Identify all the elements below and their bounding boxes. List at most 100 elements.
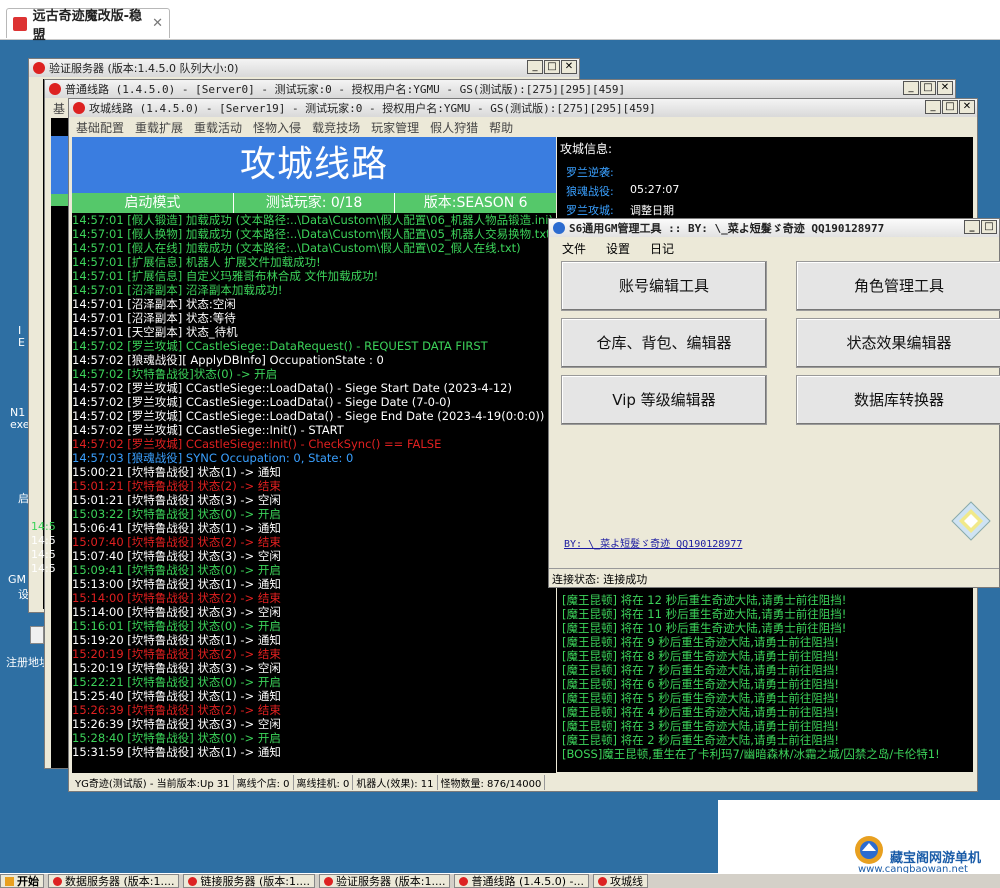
- browser-tab[interactable]: 远古奇迹魔改版-稳盟 ✕: [6, 8, 170, 43]
- status-start-mode: 启动模式: [124, 195, 181, 211]
- siege-window-title: 攻城线路 (1.4.5.0) - [Server19] - 测试玩家:0 - 授…: [89, 102, 656, 115]
- menu-player-manage[interactable]: 玩家管理: [371, 119, 419, 136]
- siege-banner-title: 攻城线路: [72, 137, 556, 193]
- boss-log-line: [魔王昆顿] 将在 11 秒后重生奇迹大陆,请勇士前往阻挡!: [562, 607, 847, 621]
- app-icon: [597, 876, 607, 886]
- close-button[interactable]: ✕: [561, 60, 577, 74]
- taskbar: 开始 数据服务器 (版本:1.... 链接服务器 (版本:1.... 验证服务器…: [0, 873, 1000, 888]
- boss-log-line: [魔王昆顿] 将在 9 秒后重生奇迹大陆,请勇士前往阻挡!: [562, 635, 840, 649]
- bottom-offline-afk: 离线挂机: 0: [294, 775, 354, 790]
- gm-menu-settings[interactable]: 设置: [606, 240, 630, 257]
- log-line: 14:57:02 [罗兰攻城] CCastleSiege::Init() - S…: [72, 423, 344, 437]
- normal-window-titlebar[interactable]: 普通线路 (1.4.5.0) - [Server0] - 测试玩家:0 - 授权…: [45, 80, 955, 98]
- bottom-version: YG奇迹(测试版) - 当前版本:Up 31: [72, 775, 234, 790]
- character-manager-button[interactable]: 角色管理工具: [796, 261, 1000, 311]
- log-line: 14:57:01 [沼泽副本] 状态:等待: [72, 311, 236, 325]
- bottom-offline-shop: 离线个店: 0: [234, 775, 294, 790]
- log-line: 14:57:02 [罗兰攻城] CCastleSiege::Init() - C…: [72, 437, 442, 451]
- gm-menubar: 文件 设置 日记: [562, 240, 674, 257]
- boss-log-line: [魔王昆顿] 将在 8 秒后重生奇迹大陆,请勇士前往阻挡!: [562, 649, 840, 663]
- minimize-button[interactable]: _: [964, 220, 980, 234]
- boss-log-line: [魔王昆顿] 将在 2 秒后重生奇迹大陆,请勇士前往阻挡!: [562, 733, 840, 747]
- desktop-label: exe: [10, 418, 30, 431]
- minimize-button[interactable]: _: [903, 81, 919, 95]
- log-line: 14:57:01 [沼泽副本] 状态:空闲: [72, 297, 236, 311]
- log-line: 14:57:03 [狼魂战役] SYNC Occupation: 0, Stat…: [72, 451, 354, 465]
- verify-window-title: 验证服务器 (版本:1.4.5.0 队列大小:0): [49, 62, 239, 75]
- log-line: 14:57:01 [假人锻造] 加载成功 (文本路径:..\Data\Custo…: [72, 213, 553, 227]
- status-version: 版本:SEASON 6: [394, 193, 556, 213]
- maximize-button[interactable]: □: [920, 81, 936, 95]
- log-line: 15:31:59 [坎特鲁战役] 状态(1) -> 通知: [72, 745, 281, 759]
- log-line: 15:25:40 [坎特鲁战役] 状态(1) -> 通知: [72, 689, 281, 703]
- gm-menu-log[interactable]: 日记: [650, 240, 674, 257]
- boss-log-line: [魔王昆顿] 将在 5 秒后重生奇迹大陆,请勇士前往阻挡!: [562, 691, 840, 705]
- log-line: 15:01:21 [坎特鲁战役] 状态(2) -> 结束: [72, 479, 281, 493]
- log-line: 15:20:19 [坎特鲁战役] 状态(3) -> 空闲: [72, 661, 281, 675]
- minimize-button[interactable]: _: [527, 60, 543, 74]
- tab-close-icon[interactable]: ✕: [152, 16, 163, 31]
- boss-log-line: [魔王昆顿] 将在 6 秒后重生奇迹大陆,请勇士前往阻挡!: [562, 677, 840, 691]
- menu-reload-event[interactable]: 重载活动: [194, 119, 242, 136]
- desktop-file-icon[interactable]: [30, 626, 44, 644]
- info-key: 罗兰逆袭:: [566, 166, 614, 179]
- menu-arena[interactable]: 载竞技场: [312, 119, 360, 136]
- menu-help[interactable]: 帮助: [489, 119, 513, 136]
- menu-reload-ext[interactable]: 重载扩展: [135, 119, 183, 136]
- app-icon: [49, 83, 61, 95]
- info-value: 调整日期: [630, 204, 674, 217]
- inventory-editor-button[interactable]: 仓库、背包、编辑器: [561, 318, 767, 368]
- boss-log-panel[interactable]: [魔王昆顿] 将在 12 秒后重生奇迹大陆,请勇士前往阻挡! [魔王昆顿] 将在 …: [562, 593, 972, 765]
- taskbar-item[interactable]: 链接服务器 (版本:1....: [183, 874, 315, 888]
- taskbar-item[interactable]: 攻城线: [592, 874, 648, 888]
- account-editor-button[interactable]: 账号编辑工具: [561, 261, 767, 311]
- gm-menu-file[interactable]: 文件: [562, 240, 586, 257]
- verify-window-titlebar[interactable]: 验证服务器 (版本:1.4.5.0 队列大小:0) _ □ ✕: [29, 59, 579, 77]
- log-line: 15:16:01 [坎特鲁战役] 状态(0) -> 开启: [72, 619, 281, 633]
- siege-info-heading: 攻城信息:: [560, 142, 613, 156]
- taskbar-item[interactable]: 验证服务器 (版本:1....: [318, 874, 451, 888]
- log-line: 15:07:40 [坎特鲁战役] 状态(2) -> 结束: [72, 535, 281, 549]
- maximize-button[interactable]: □: [544, 60, 560, 74]
- taskbar-item[interactable]: 普通线路 (1.4.5.0) -...: [454, 874, 589, 888]
- log-line: 15:14:00 [坎特鲁战役] 状态(3) -> 空闲: [72, 605, 281, 619]
- close-button[interactable]: ✕: [937, 81, 953, 95]
- start-icon: [5, 876, 14, 886]
- minimize-button[interactable]: _: [925, 100, 941, 114]
- maximize-button[interactable]: □: [981, 220, 997, 234]
- menu-monster-invade[interactable]: 怪物入侵: [253, 119, 301, 136]
- siege-log-panel[interactable]: 14:57:01 [假人锻造] 加载成功 (文本路径:..\Data\Custo…: [72, 213, 556, 773]
- menu-basic-config[interactable]: 基础配置: [76, 119, 124, 136]
- gm-author-link[interactable]: BY: \_菜よ短髮ゞ奇迹 QQ190128977: [564, 535, 742, 550]
- normal-window-title: 普通线路 (1.4.5.0) - [Server0] - 测试玩家:0 - 授权…: [65, 83, 626, 96]
- log-line: 15:14:00 [坎特鲁战役] 状态(2) -> 结束: [72, 591, 281, 605]
- siege-window-titlebar[interactable]: 攻城线路 (1.4.5.0) - [Server19] - 测试玩家:0 - 授…: [69, 99, 977, 117]
- boss-log-line: [魔王昆顿] 将在 3 秒后重生奇迹大陆,请勇士前往阻挡!: [562, 719, 840, 733]
- maximize-button[interactable]: □: [942, 100, 958, 114]
- side-time: 14:5: [31, 548, 56, 561]
- status-effect-editor-button[interactable]: 状态效果编辑器: [796, 318, 1000, 368]
- log-line: 15:26:39 [坎特鲁战役] 状态(3) -> 空闲: [72, 717, 281, 731]
- database-converter-button[interactable]: 数据库转换器: [796, 375, 1000, 425]
- side-time: 14:5: [31, 562, 56, 575]
- info-key: 狼魂战役:: [566, 185, 614, 198]
- start-button[interactable]: 开始: [0, 874, 44, 888]
- menu-bot-hunt[interactable]: 假人狩猎: [430, 119, 478, 136]
- boss-log-line: [魔王昆顿] 将在 4 秒后重生奇迹大陆,请勇士前往阻挡!: [562, 705, 840, 719]
- normal-menu-label[interactable]: 基: [53, 100, 65, 117]
- info-value: 05:27:07: [630, 183, 680, 196]
- gm-logo-icon: [950, 500, 992, 542]
- log-line: 14:57:02 [罗兰攻城] CCastleSiege::LoadData()…: [72, 381, 512, 395]
- gm-connection-status: 连接状态: 连接成功: [549, 568, 999, 586]
- gm-window-titlebar[interactable]: S6通用GM管理工具 :: BY: \_菜よ短髮ゞ奇迹 QQ190128977 …: [549, 219, 999, 237]
- close-button[interactable]: ✕: [959, 100, 975, 114]
- boss-log-line: [魔王昆顿] 将在 7 秒后重生奇迹大陆,请勇士前往阻挡!: [562, 663, 840, 677]
- app-icon: [553, 222, 565, 234]
- bottom-monster-count: 怪物数量: 876/14000: [438, 775, 546, 790]
- taskbar-item[interactable]: 数据服务器 (版本:1....: [48, 874, 180, 888]
- log-line: 15:01:21 [坎特鲁战役] 状态(3) -> 空闲: [72, 493, 281, 507]
- desktop-left-strip: [0, 40, 28, 873]
- log-line: 14:57:01 [天空副本] 状态_待机: [72, 325, 238, 339]
- siege-menubar: 基础配置 重载扩展 重载活动 怪物入侵 载竞技场 玩家管理 假人狩猎 帮助: [72, 118, 556, 136]
- vip-level-editor-button[interactable]: Vip 等级编辑器: [561, 375, 767, 425]
